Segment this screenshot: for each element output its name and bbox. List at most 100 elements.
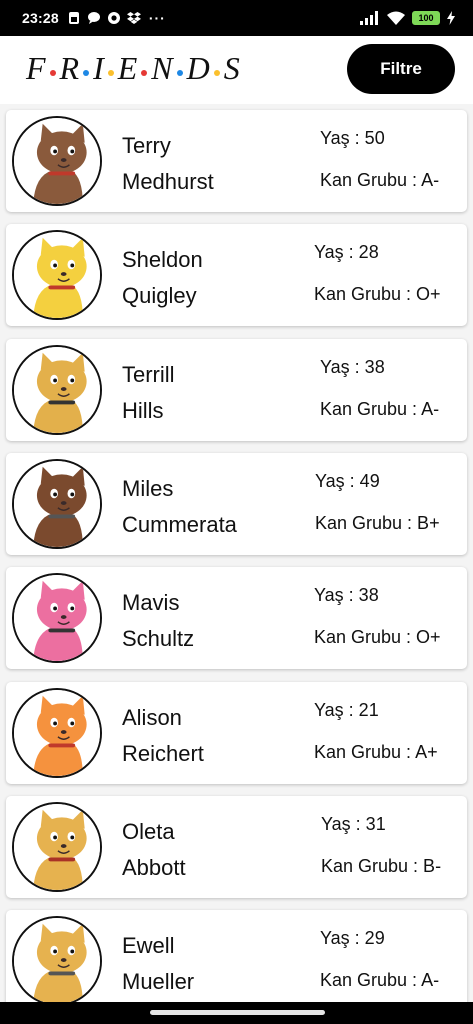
last-name: Cummerata xyxy=(122,511,237,537)
logo-letter: F xyxy=(26,50,46,86)
signal-icon xyxy=(360,11,378,25)
status-time: 23:28 xyxy=(22,10,59,26)
last-name: Medhurst xyxy=(122,169,214,194)
last-name: Abbott xyxy=(122,854,186,880)
logo-letter: S xyxy=(223,50,240,86)
first-name: Terrill xyxy=(122,361,175,387)
home-gesture-bar[interactable] xyxy=(150,1010,325,1015)
blood-type-label: Kan Grubu : O+ xyxy=(314,284,441,305)
blood-type-label: Kan Grubu : B- xyxy=(321,855,442,876)
person-info: Yaş : 31 Kan Grubu : B- xyxy=(321,814,441,876)
age-label: Yaş : 49 xyxy=(315,470,380,491)
age-label: Yaş : 38 xyxy=(314,585,379,606)
last-name: Mueller xyxy=(122,969,195,995)
logo-letter: R xyxy=(59,50,80,86)
charging-icon xyxy=(447,11,455,25)
person-info: Yaş : 49 Kan Grubu : B+ xyxy=(315,471,440,533)
person-name: Mavis Schultz xyxy=(122,585,194,657)
person-name: Ewell Mueller xyxy=(122,928,194,1000)
first-name: Miles xyxy=(122,475,174,501)
person-name: Sheldon Quigley xyxy=(122,242,203,314)
person-name: Oleta Abbott xyxy=(122,814,186,886)
logo-dot xyxy=(213,69,220,76)
blood-type-label: Kan Grubu : B+ xyxy=(315,512,440,533)
blood-type-label: Kan Grubu : A- xyxy=(320,170,440,190)
last-name: Hills xyxy=(122,397,164,423)
avatar xyxy=(12,230,102,321)
age-label: Yaş : 29 xyxy=(320,928,385,949)
friends-logo: F R I E N D S xyxy=(26,50,240,87)
person-card[interactable]: Sheldon Quigley Yaş : 28 Kan Grubu : O+ xyxy=(6,224,467,327)
person-info: Yaş : 38 Kan Grubu : O+ xyxy=(314,585,441,647)
last-name: Quigley xyxy=(122,283,197,309)
logo-letter: I xyxy=(93,50,104,86)
first-name: Sheldon xyxy=(122,247,203,273)
person-card[interactable]: Terrill Hills Yaş : 38 Kan Grubu : A- xyxy=(6,338,467,441)
wifi-icon xyxy=(387,11,405,25)
age-label: Yaş : 38 xyxy=(320,356,385,377)
logo-dot xyxy=(176,69,183,76)
logo-dot xyxy=(83,69,90,76)
last-name: Schultz xyxy=(122,626,195,652)
avatar xyxy=(12,687,102,778)
logo-letter: E xyxy=(117,50,138,86)
last-name: Reichert xyxy=(122,740,204,766)
sim-icon xyxy=(68,12,79,24)
cat-avatar-icon xyxy=(14,460,100,547)
status-bar: 23:28 ··· 100 xyxy=(0,0,473,36)
avatar xyxy=(12,573,102,664)
logo-letter: N xyxy=(151,50,173,86)
logo-dot xyxy=(141,69,148,76)
chat-icon xyxy=(87,12,100,24)
first-name: Alison xyxy=(122,704,182,730)
person-name: Alison Reichert xyxy=(122,700,204,772)
person-card[interactable]: Oleta Abbott Yaş : 31 Kan Grubu : B- xyxy=(6,795,467,898)
age-label: Yaş : 31 xyxy=(321,813,386,834)
more-notifications: ··· xyxy=(148,10,166,26)
avatar xyxy=(12,801,102,892)
dropbox-icon xyxy=(126,12,141,24)
person-info: Yaş : 21 Kan Grubu : A+ xyxy=(314,700,438,762)
blood-type-label: Kan Grubu : A- xyxy=(320,970,440,991)
system-icons: 100 xyxy=(360,11,455,25)
first-name: Mavis xyxy=(122,590,180,616)
cat-avatar-icon xyxy=(14,689,100,776)
age-label: Yaş : 28 xyxy=(314,242,379,263)
age-label: Yaş : 50 xyxy=(320,128,385,148)
avatar xyxy=(12,916,102,1002)
first-name: Ewell xyxy=(122,933,175,959)
person-info: Yaş : 50 Kan Grubu : A- xyxy=(320,128,439,190)
person-card[interactable]: Alison Reichert Yaş : 21 Kan Grubu : A+ xyxy=(6,681,467,784)
first-name: Terry xyxy=(122,133,171,158)
camera-icon xyxy=(107,12,120,24)
cat-avatar-icon xyxy=(14,918,100,1002)
person-card[interactable]: Miles Cummerata Yaş : 49 Kan Grubu : B+ xyxy=(6,452,467,555)
navigation-bar xyxy=(0,1002,473,1024)
person-card[interactable]: Terry Medhurst Yaş : 50 Kan Grubu : A- xyxy=(6,110,467,212)
filter-button[interactable]: Filtre xyxy=(347,44,455,94)
blood-type-label: Kan Grubu : A+ xyxy=(314,741,438,762)
person-info: Yaş : 29 Kan Grubu : A- xyxy=(320,928,439,990)
person-name: Terry Medhurst xyxy=(122,128,214,200)
person-card[interactable]: Mavis Schultz Yaş : 38 Kan Grubu : O+ xyxy=(6,567,467,670)
blood-type-label: Kan Grubu : O+ xyxy=(314,627,441,648)
logo-letter: D xyxy=(186,50,210,86)
person-card[interactable]: Ewell Mueller Yaş : 29 Kan Grubu : A- xyxy=(6,910,467,1002)
age-label: Yaş : 21 xyxy=(314,699,379,720)
avatar xyxy=(12,458,102,549)
avatar xyxy=(12,344,102,435)
cat-avatar-icon xyxy=(14,803,100,890)
cat-avatar-icon xyxy=(14,118,100,204)
person-info: Yaş : 38 Kan Grubu : A- xyxy=(320,357,439,419)
avatar xyxy=(12,116,102,206)
app-screen: 23:28 ··· 100 F R I E N D S Filtre Terry… xyxy=(0,0,473,1024)
first-name: Oleta xyxy=(122,818,175,844)
blood-type-label: Kan Grubu : A- xyxy=(320,398,440,419)
friends-list[interactable]: Terry Medhurst Yaş : 50 Kan Grubu : A- Sheld… xyxy=(0,104,473,1002)
logo-dot xyxy=(49,69,56,76)
notification-icons xyxy=(67,11,141,25)
header: F R I E N D S Filtre xyxy=(0,36,473,104)
person-name: Terrill Hills xyxy=(122,357,175,429)
cat-avatar-icon xyxy=(14,575,100,662)
cat-avatar-icon xyxy=(14,346,100,433)
